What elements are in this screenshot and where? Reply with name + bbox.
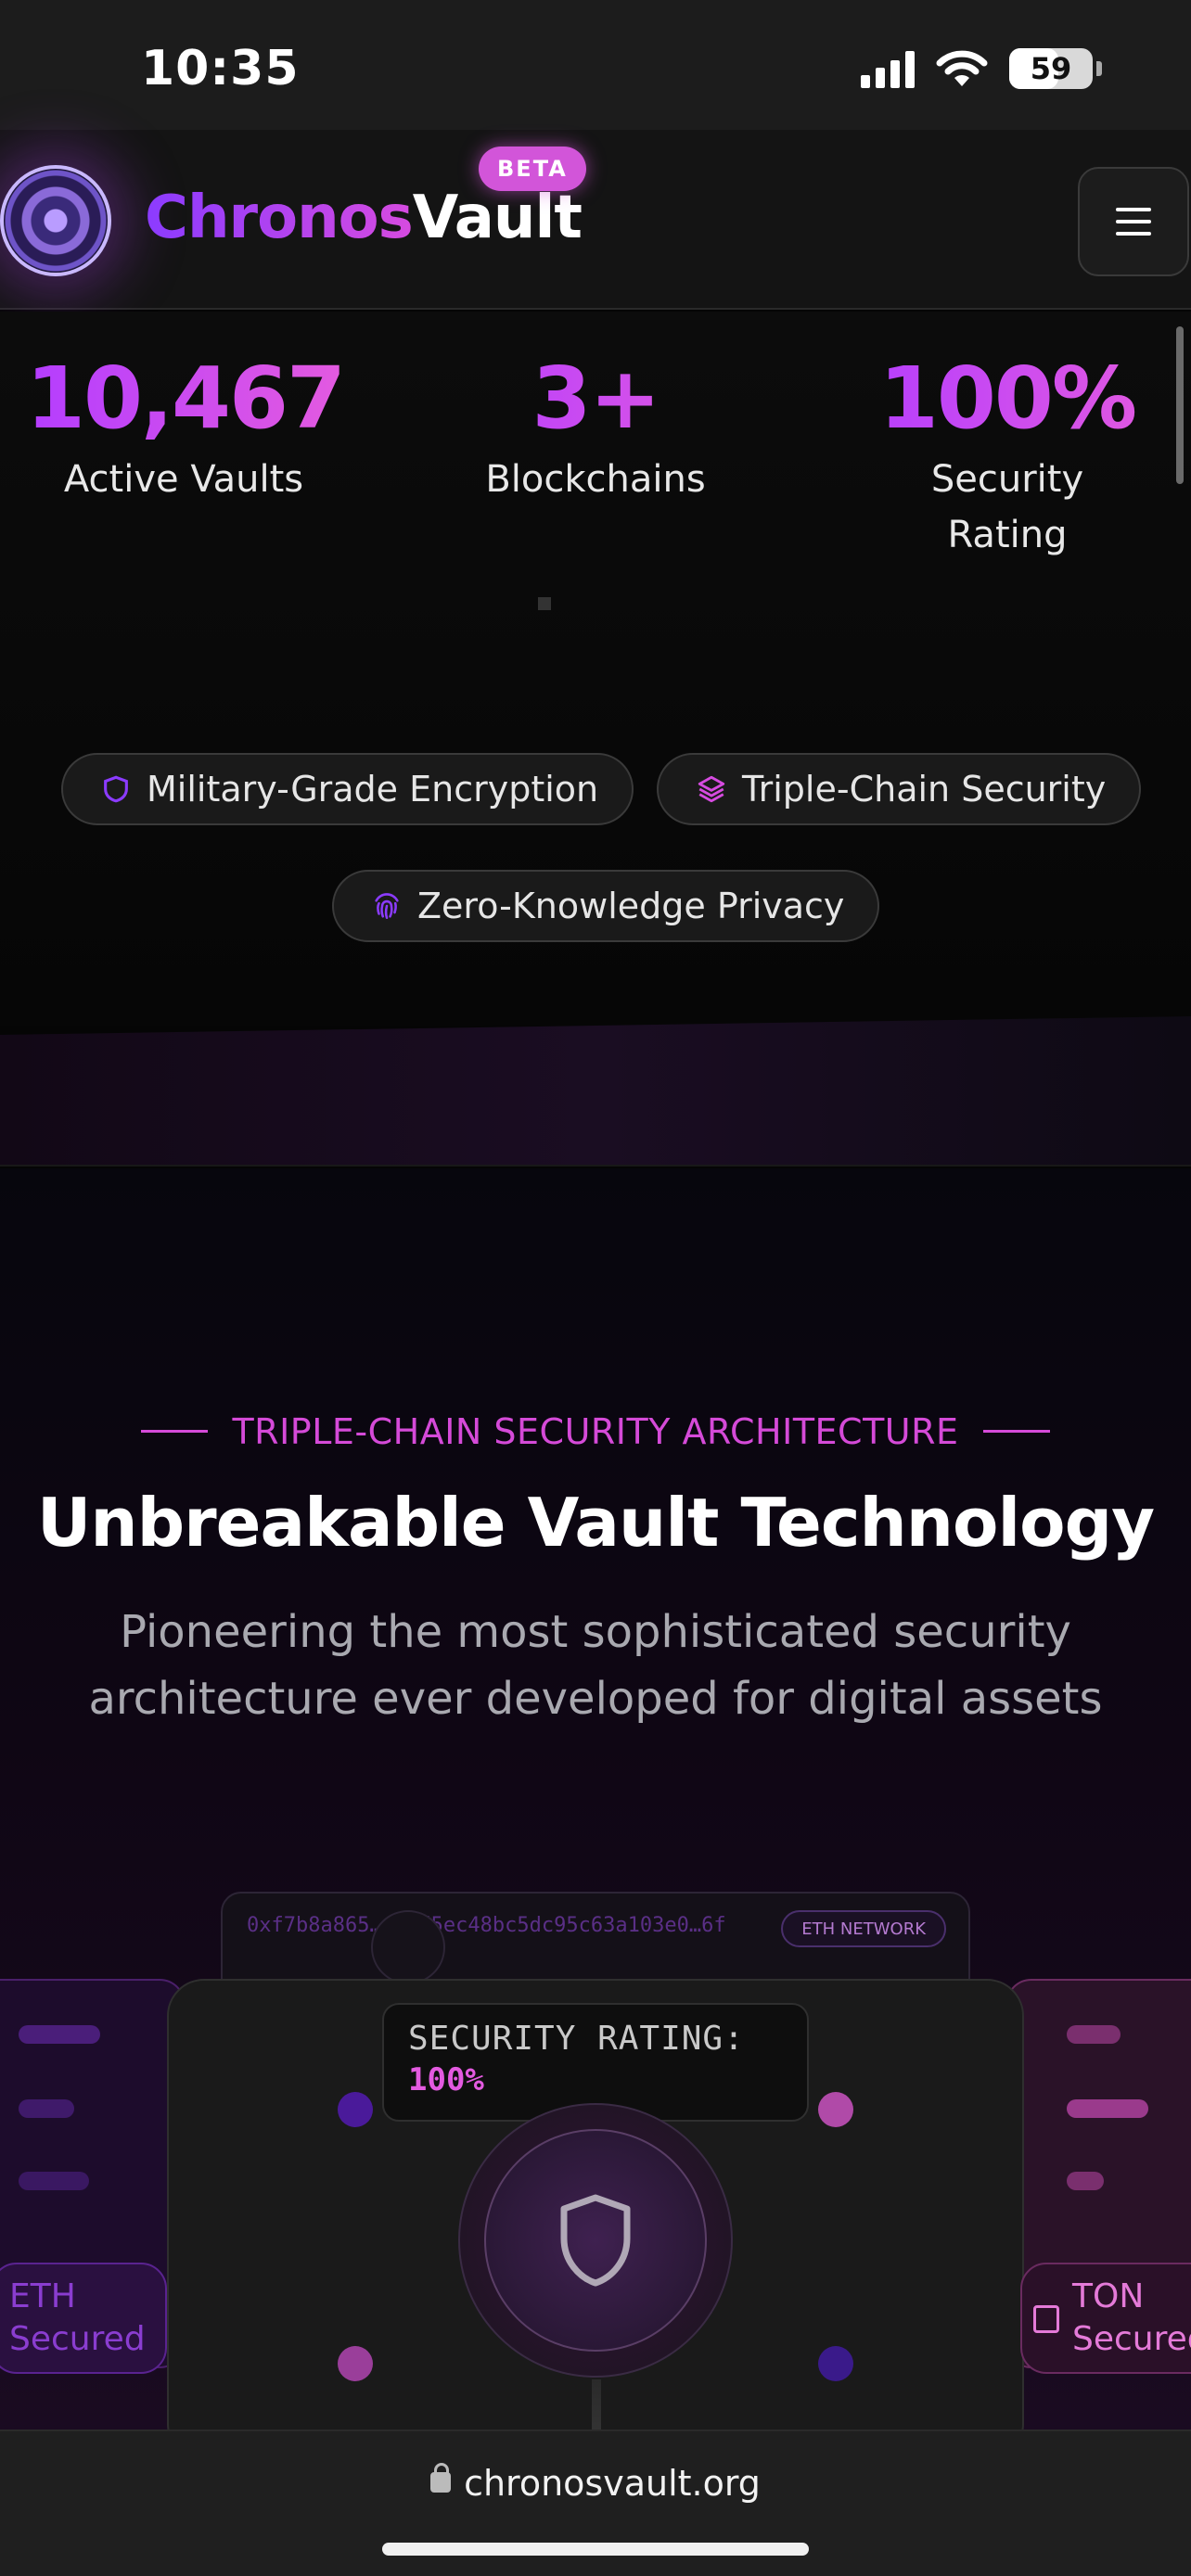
card-line (1067, 2099, 1148, 2118)
status-time: 10:35 (141, 41, 300, 96)
feature-chip-encryption: Military-Grade Encryption (61, 753, 634, 825)
stats-section: 10,467 Active Vaults 3+ Blockchains 100%… (0, 312, 1191, 1026)
feature-chip-zero-knowledge: Zero-Knowledge Privacy (332, 870, 880, 942)
card-line (19, 2099, 74, 2118)
eth-badge-line1: ETH (9, 2277, 76, 2315)
ton-badge-line2: Secured (1072, 2320, 1191, 2358)
stat-label: Active Vaults (63, 458, 304, 501)
scrollbar[interactable] (1176, 326, 1184, 484)
hamburger-icon (1116, 208, 1151, 211)
section-divider-band (0, 1016, 1191, 1167)
carousel-indicator (538, 597, 551, 610)
url-display[interactable]: chronosvault.org (0, 2462, 1191, 2504)
fingerprint-icon (375, 893, 399, 920)
stat-value: 3+ (438, 349, 753, 448)
security-rating-value: 100% (408, 2061, 484, 2098)
hamburger-icon-line (1116, 232, 1151, 236)
stat-label: Blockchains (485, 458, 706, 501)
feature-chip-label: Zero-Knowledge Privacy (417, 886, 845, 926)
status-icons: 59 (861, 48, 1102, 89)
eyebrow-line-left (141, 1430, 209, 1433)
browser-url-bar[interactable]: chronosvault.org (0, 2429, 1191, 2576)
brand-secondary: Vault (412, 184, 583, 252)
security-rating-label: SECURITY RATING: (408, 2020, 745, 2058)
shield-icon (104, 775, 128, 803)
status-bar: 10:35 59 (0, 0, 1191, 130)
battery-percent: 59 (1030, 51, 1072, 86)
ton-secured-badge: TON Secured (1020, 2263, 1191, 2374)
wifi-icon (936, 50, 988, 86)
eth-network-badge: ETH NETWORK (781, 1910, 946, 1947)
beta-badge: BETA (479, 147, 586, 191)
card-line (19, 2172, 89, 2190)
stat-value: 10,467 (26, 349, 346, 448)
layers-icon (698, 775, 725, 803)
cellular-signal-icon (861, 49, 915, 88)
vault-visualization: 0xf7b8a865…d9bd5ec48bc5dc95c63a103e0…6f … (0, 1641, 1191, 2429)
eyebrow-text: TRIPLE-CHAIN SECURITY ARCHITECTURE (232, 1411, 959, 1452)
url-text: chronosvault.org (464, 2463, 761, 2504)
brand-logo[interactable]: ChronosVault (145, 184, 583, 252)
orbit-node (338, 2346, 373, 2381)
battery-nub (1096, 61, 1102, 76)
vault-connector (592, 2379, 601, 2429)
section-eyebrow: TRIPLE-CHAIN SECURITY ARCHITECTURE (0, 1411, 1191, 1452)
hash-node (371, 1910, 445, 1984)
menu-button[interactable] (1078, 167, 1189, 276)
ton-icon (1033, 2305, 1059, 2333)
shield-icon (560, 2194, 631, 2287)
eth-badge-line2: Secured (9, 2320, 146, 2358)
site-header: ChronosVault BETA (0, 130, 1191, 310)
eth-secured-badge: ETH Secured (0, 2263, 167, 2374)
orbit-node (818, 2092, 853, 2127)
stat-label-line1: Security (930, 458, 1084, 501)
feature-chip-label: Triple-Chain Security (742, 769, 1107, 810)
ton-badge-line1: TON (1072, 2277, 1145, 2315)
card-line (19, 2025, 100, 2044)
transaction-hash: 0xf7b8a865…d9bd5ec48bc5dc95c63a103e0…6f (247, 1914, 726, 1937)
battery-icon: 59 (1009, 48, 1093, 89)
section-headline: Unbreakable Vault Technology (36, 1484, 1155, 1562)
eyebrow-line-right (982, 1430, 1050, 1433)
card-line (1067, 2025, 1121, 2044)
orbit-node (818, 2346, 853, 2381)
card-line (1067, 2172, 1104, 2190)
feature-chip-triple-chain: Triple-Chain Security (657, 753, 1142, 825)
stat-security-rating: 100% Security Rating (850, 349, 1165, 563)
stat-label-line2: Rating (947, 514, 1068, 556)
stat-active-vaults: 10,467 Active Vaults (26, 349, 346, 507)
feature-chip-label: Military-Grade Encryption (147, 769, 599, 810)
hamburger-icon-line (1116, 220, 1151, 223)
stat-value: 100% (850, 349, 1165, 448)
logo-icon[interactable] (0, 165, 111, 276)
home-indicator[interactable] (382, 2543, 809, 2556)
orbit-node (338, 2092, 373, 2127)
lock-icon (430, 2462, 452, 2493)
brand-primary: Chronos (145, 184, 414, 252)
stat-blockchains: 3+ Blockchains (438, 349, 753, 507)
